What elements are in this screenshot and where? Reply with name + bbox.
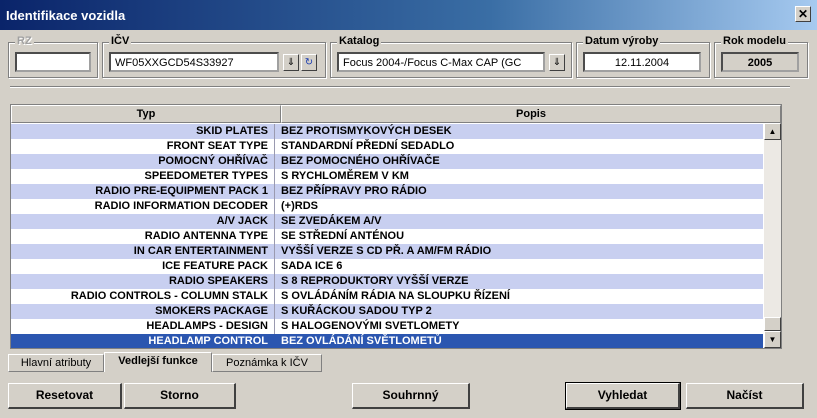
vyhledat-button[interactable]: Vyhledat: [565, 382, 681, 410]
vertical-scrollbar[interactable]: ▲ ▼: [764, 123, 781, 348]
icv-refresh-icon[interactable]: ↻: [301, 54, 317, 71]
cell-popis: BEZ POMOCNÉHO OHŘÍVAČE: [281, 155, 440, 167]
title-bar: Identifikace vozidla ✕: [0, 0, 817, 30]
table-row[interactable]: POMOCNÝ OHŘÍVAČ BEZ POMOCNÉHO OHŘÍVAČE: [11, 154, 763, 169]
cell-popis: (+)RDS: [281, 200, 318, 212]
nacist-button[interactable]: Načíst: [686, 383, 804, 409]
cell-popis: BEZ PŘÍPRAVY PRO RÁDIO: [281, 185, 427, 197]
cell-popis: SADA ICE 6: [281, 260, 343, 272]
icv-input[interactable]: WF05XXGCD54S33927: [109, 52, 279, 72]
cell-typ: FRONT SEAT TYPE: [11, 139, 275, 154]
scroll-thumb[interactable]: [764, 317, 781, 331]
table-row[interactable]: SPEEDOMETER TYPES S RYCHLOMĚREM V KM: [11, 169, 763, 184]
scroll-down-icon[interactable]: ▼: [764, 331, 781, 348]
cell-typ: RADIO SPEAKERS: [11, 274, 275, 289]
table-row[interactable]: RADIO SPEAKERS S 8 REPRODUKTORY VYŠŠÍ VER…: [11, 274, 763, 289]
scroll-up-icon[interactable]: ▲: [764, 123, 781, 140]
cell-typ: ICE FEATURE PACK: [11, 259, 275, 274]
attributes-grid[interactable]: Typ Popis SKID PLATES BEZ PROTISMYKOVÝCH …: [10, 104, 782, 349]
rz-input[interactable]: [15, 52, 91, 72]
icv-dropdown-icon[interactable]: ⇓: [283, 54, 299, 71]
cell-popis: SE STŘEDNÍ ANTÉNOU: [281, 230, 405, 242]
cell-popis: S OVLÁDÁNÍM RÁDIA NA SLOUPKU ŘÍZENÍ: [281, 290, 510, 302]
table-row[interactable]: HEADLAMPS - DESIGN S HALOGENOVÝMI SVETLOM…: [11, 319, 763, 334]
grid-header: Typ Popis: [11, 105, 781, 123]
katalog-select[interactable]: Focus 2004-/Focus C-Max CAP (GC: [337, 52, 545, 72]
katalog-label: Katalog: [337, 35, 382, 47]
table-row[interactable]: FRONT SEAT TYPE STANDARDNÍ PŘEDNÍ SEDADLO: [11, 139, 763, 154]
souhrnny-button[interactable]: Souhrnný: [352, 383, 470, 409]
rok-modelu-label: Rok modelu: [721, 35, 788, 47]
katalog-group: Katalog Focus 2004-/Focus C-Max CAP (GC …: [330, 35, 572, 78]
storno-button[interactable]: Storno: [124, 383, 236, 409]
close-icon[interactable]: ✕: [795, 6, 811, 22]
cell-typ: SPEEDOMETER TYPES: [11, 169, 275, 184]
katalog-dropdown-icon[interactable]: ⇓: [549, 54, 565, 71]
table-row[interactable]: RADIO CONTROLS - COLUMN STALK S OVLÁDÁNÍM…: [11, 289, 763, 304]
table-row[interactable]: SKID PLATES BEZ PROTISMYKOVÝCH DESEK: [11, 124, 763, 139]
cell-typ: RADIO CONTROLS - COLUMN STALK: [11, 289, 275, 304]
table-row[interactable]: ICE FEATURE PACK SADA ICE 6: [11, 259, 763, 274]
cell-typ: RADIO INFORMATION DECODER: [11, 199, 275, 214]
cell-typ: IN CAR ENTERTAINMENT: [11, 244, 275, 259]
table-row[interactable]: RADIO PRE-EQUIPMENT PACK 1 BEZ PŘÍPRAVY P…: [11, 184, 763, 199]
cell-popis: STANDARDNÍ PŘEDNÍ SEDADLO: [281, 140, 455, 152]
table-row[interactable]: RADIO ANTENNA TYPE SE STŘEDNÍ ANTÉNOU: [11, 229, 763, 244]
column-header-typ[interactable]: Typ: [11, 105, 281, 123]
cell-popis: SE ZVEDÁKEM A/V: [281, 215, 382, 227]
rz-label: RZ: [15, 35, 34, 47]
table-row[interactable]: IN CAR ENTERTAINMENT VYŠŠÍ VERZE S CD PŘ.…: [11, 244, 763, 259]
datum-vyroby-group: Datum výroby 12.11.2004: [576, 35, 710, 78]
cell-typ: RADIO PRE-EQUIPMENT PACK 1: [11, 184, 275, 199]
icv-group: IČV WF05XXGCD54S33927 ⇓ ↻: [102, 35, 326, 78]
table-row[interactable]: SMOKERS PACKAGE S KUŘÁCKOU SADOU TYP 2: [11, 304, 763, 319]
table-row[interactable]: RADIO INFORMATION DECODER (+)RDS: [11, 199, 763, 214]
tab-hlavni-atributy[interactable]: Hlavní atributy: [8, 354, 104, 372]
cell-popis: BEZ PROTISMYKOVÝCH DESEK: [281, 125, 452, 137]
cell-popis: S RYCHLOMĚREM V KM: [281, 170, 409, 182]
icv-label: IČV: [109, 35, 132, 47]
cell-popis: S 8 REPRODUKTORY VYŠŠÍ VERZE: [281, 275, 469, 287]
cell-popis: BEZ OVLÁDÁNÍ SVĚTLOMETŮ: [281, 335, 442, 347]
rok-modelu-value: 2005: [721, 52, 799, 72]
cell-typ: SMOKERS PACKAGE: [11, 304, 275, 319]
cell-popis: VYŠŠÍ VERZE S CD PŘ. A AM/FM RÁDIO: [281, 245, 492, 257]
cell-popis: S HALOGENOVÝMI SVETLOMETY: [281, 320, 460, 332]
cell-typ: HEADLAMP CONTROL: [11, 334, 275, 348]
datum-vyroby-label: Datum výroby: [583, 35, 661, 47]
tab-vedlejsi-funkce[interactable]: Vedlejší funkce: [104, 352, 212, 372]
cell-typ: SKID PLATES: [11, 124, 275, 139]
cell-typ: HEADLAMPS - DESIGN: [11, 319, 275, 334]
window-title: Identifikace vozidla: [6, 8, 126, 23]
cell-popis: S KUŘÁCKOU SADOU TYP 2: [281, 305, 432, 317]
table-row-selected[interactable]: HEADLAMP CONTROL BEZ OVLÁDÁNÍ SVĚTLOMETŮ: [11, 334, 763, 348]
rok-modelu-group: Rok modelu 2005: [714, 35, 808, 78]
separator: [10, 86, 790, 88]
cell-typ: RADIO ANTENNA TYPE: [11, 229, 275, 244]
table-row[interactable]: A/V JACK SE ZVEDÁKEM A/V: [11, 214, 763, 229]
rz-group: RZ: [8, 35, 98, 78]
cell-typ: A/V JACK: [11, 214, 275, 229]
resetovat-button[interactable]: Resetovat: [8, 383, 122, 409]
column-header-popis[interactable]: Popis: [281, 105, 781, 123]
cell-typ: POMOCNÝ OHŘÍVAČ: [11, 154, 275, 169]
datum-vyroby-input[interactable]: 12.11.2004: [583, 52, 701, 72]
tab-poznamka-k-icv[interactable]: Poznámka k IČV: [212, 354, 322, 372]
